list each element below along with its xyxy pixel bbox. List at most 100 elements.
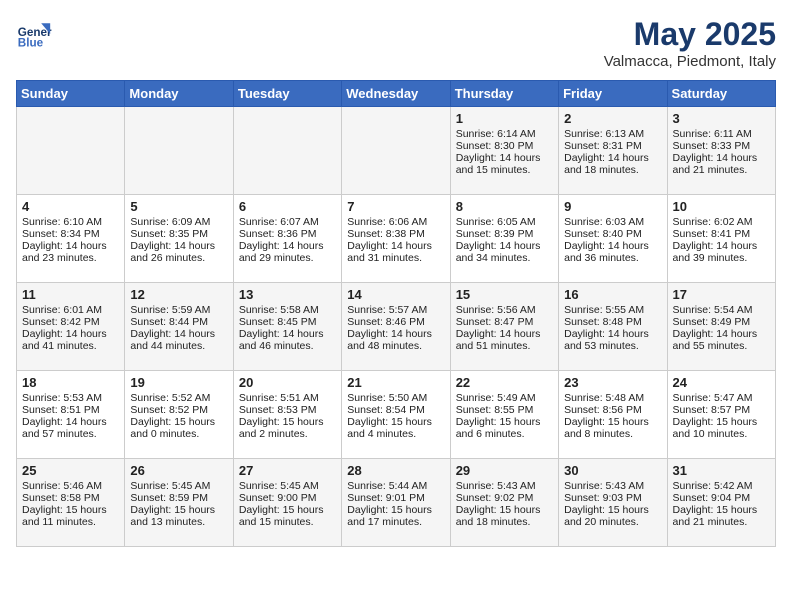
day-info: and 4 minutes. xyxy=(347,428,444,440)
day-info: Sunrise: 5:45 AM xyxy=(239,480,336,492)
day-info: and 34 minutes. xyxy=(456,252,553,264)
day-info: Sunset: 8:58 PM xyxy=(22,492,119,504)
day-info: Daylight: 14 hours xyxy=(456,240,553,252)
calendar-cell: 13Sunrise: 5:58 AMSunset: 8:45 PMDayligh… xyxy=(233,283,341,371)
day-number: 1 xyxy=(456,111,553,126)
calendar-cell: 18Sunrise: 5:53 AMSunset: 8:51 PMDayligh… xyxy=(17,371,125,459)
day-info: and 41 minutes. xyxy=(22,340,119,352)
day-info: Sunset: 8:40 PM xyxy=(564,228,661,240)
calendar-cell: 3Sunrise: 6:11 AMSunset: 8:33 PMDaylight… xyxy=(667,107,775,195)
day-number: 4 xyxy=(22,199,119,214)
day-info: Sunrise: 5:52 AM xyxy=(130,392,227,404)
calendar-cell: 30Sunrise: 5:43 AMSunset: 9:03 PMDayligh… xyxy=(559,459,667,547)
day-info: Sunset: 8:30 PM xyxy=(456,140,553,152)
day-info: Sunrise: 5:44 AM xyxy=(347,480,444,492)
day-info: and 21 minutes. xyxy=(673,516,770,528)
calendar-cell: 24Sunrise: 5:47 AMSunset: 8:57 PMDayligh… xyxy=(667,371,775,459)
calendar-cell: 26Sunrise: 5:45 AMSunset: 8:59 PMDayligh… xyxy=(125,459,233,547)
calendar-cell: 6Sunrise: 6:07 AMSunset: 8:36 PMDaylight… xyxy=(233,195,341,283)
day-info: Daylight: 14 hours xyxy=(347,328,444,340)
calendar-cell: 23Sunrise: 5:48 AMSunset: 8:56 PMDayligh… xyxy=(559,371,667,459)
day-number: 22 xyxy=(456,375,553,390)
day-info: Daylight: 15 hours xyxy=(239,416,336,428)
calendar-cell: 28Sunrise: 5:44 AMSunset: 9:01 PMDayligh… xyxy=(342,459,450,547)
day-info: Daylight: 14 hours xyxy=(673,328,770,340)
day-info: Sunset: 8:52 PM xyxy=(130,404,227,416)
day-info: Sunrise: 5:59 AM xyxy=(130,304,227,316)
day-info: Daylight: 15 hours xyxy=(347,416,444,428)
day-number: 9 xyxy=(564,199,661,214)
calendar-week-1: 1Sunrise: 6:14 AMSunset: 8:30 PMDaylight… xyxy=(17,107,776,195)
day-info: and 44 minutes. xyxy=(130,340,227,352)
day-info: and 8 minutes. xyxy=(564,428,661,440)
day-number: 27 xyxy=(239,463,336,478)
day-number: 29 xyxy=(456,463,553,478)
day-info: and 57 minutes. xyxy=(22,428,119,440)
calendar-cell: 31Sunrise: 5:42 AMSunset: 9:04 PMDayligh… xyxy=(667,459,775,547)
day-info: and 39 minutes. xyxy=(673,252,770,264)
day-info: Sunset: 9:01 PM xyxy=(347,492,444,504)
day-info: Sunrise: 5:58 AM xyxy=(239,304,336,316)
day-info: Daylight: 15 hours xyxy=(673,416,770,428)
day-info: Daylight: 15 hours xyxy=(456,504,553,516)
calendar-cell: 17Sunrise: 5:54 AMSunset: 8:49 PMDayligh… xyxy=(667,283,775,371)
day-info: Sunrise: 6:05 AM xyxy=(456,216,553,228)
day-info: Sunset: 8:33 PM xyxy=(673,140,770,152)
calendar-cell: 11Sunrise: 6:01 AMSunset: 8:42 PMDayligh… xyxy=(17,283,125,371)
day-info: Sunset: 8:45 PM xyxy=(239,316,336,328)
day-info: Daylight: 14 hours xyxy=(564,328,661,340)
day-number: 24 xyxy=(673,375,770,390)
day-info: Sunrise: 5:50 AM xyxy=(347,392,444,404)
day-info: Daylight: 14 hours xyxy=(22,240,119,252)
calendar-week-5: 25Sunrise: 5:46 AMSunset: 8:58 PMDayligh… xyxy=(17,459,776,547)
day-info: and 15 minutes. xyxy=(239,516,336,528)
day-info: Sunset: 8:57 PM xyxy=(673,404,770,416)
day-info: and 6 minutes. xyxy=(456,428,553,440)
title-block: May 2025 Valmacca, Piedmont, Italy xyxy=(604,16,776,70)
day-of-week-sunday: Sunday xyxy=(17,81,125,107)
day-number: 26 xyxy=(130,463,227,478)
day-info: Daylight: 15 hours xyxy=(347,504,444,516)
calendar-cell: 15Sunrise: 5:56 AMSunset: 8:47 PMDayligh… xyxy=(450,283,558,371)
day-number: 18 xyxy=(22,375,119,390)
calendar-cell: 12Sunrise: 5:59 AMSunset: 8:44 PMDayligh… xyxy=(125,283,233,371)
day-of-week-monday: Monday xyxy=(125,81,233,107)
day-info: Sunset: 8:36 PM xyxy=(239,228,336,240)
day-info: Sunset: 8:41 PM xyxy=(673,228,770,240)
logo-icon: General Blue xyxy=(16,16,52,52)
day-info: Sunset: 8:54 PM xyxy=(347,404,444,416)
day-of-week-friday: Friday xyxy=(559,81,667,107)
day-info: Sunset: 8:55 PM xyxy=(456,404,553,416)
day-info: Sunset: 8:44 PM xyxy=(130,316,227,328)
day-info: Daylight: 15 hours xyxy=(564,504,661,516)
calendar-cell: 22Sunrise: 5:49 AMSunset: 8:55 PMDayligh… xyxy=(450,371,558,459)
day-info: and 55 minutes. xyxy=(673,340,770,352)
calendar-cell: 25Sunrise: 5:46 AMSunset: 8:58 PMDayligh… xyxy=(17,459,125,547)
day-number: 31 xyxy=(673,463,770,478)
day-info: Sunset: 8:51 PM xyxy=(22,404,119,416)
calendar-cell: 5Sunrise: 6:09 AMSunset: 8:35 PMDaylight… xyxy=(125,195,233,283)
day-number: 21 xyxy=(347,375,444,390)
day-number: 2 xyxy=(564,111,661,126)
day-info: and 46 minutes. xyxy=(239,340,336,352)
calendar-cell: 19Sunrise: 5:52 AMSunset: 8:52 PMDayligh… xyxy=(125,371,233,459)
calendar-cell: 29Sunrise: 5:43 AMSunset: 9:02 PMDayligh… xyxy=(450,459,558,547)
calendar-cell: 16Sunrise: 5:55 AMSunset: 8:48 PMDayligh… xyxy=(559,283,667,371)
day-info: Daylight: 14 hours xyxy=(673,152,770,164)
month-title: May 2025 xyxy=(604,16,776,53)
day-info: Daylight: 15 hours xyxy=(239,504,336,516)
calendar-header: SundayMondayTuesdayWednesdayThursdayFrid… xyxy=(17,81,776,107)
calendar-cell: 7Sunrise: 6:06 AMSunset: 8:38 PMDaylight… xyxy=(342,195,450,283)
day-info: Daylight: 14 hours xyxy=(456,328,553,340)
day-number: 11 xyxy=(22,287,119,302)
calendar-week-2: 4Sunrise: 6:10 AMSunset: 8:34 PMDaylight… xyxy=(17,195,776,283)
day-info: Sunrise: 5:45 AM xyxy=(130,480,227,492)
day-info: Sunrise: 5:49 AM xyxy=(456,392,553,404)
day-info: Sunrise: 6:09 AM xyxy=(130,216,227,228)
day-info: and 23 minutes. xyxy=(22,252,119,264)
calendar-cell: 20Sunrise: 5:51 AMSunset: 8:53 PMDayligh… xyxy=(233,371,341,459)
day-info: Sunrise: 5:55 AM xyxy=(564,304,661,316)
day-info: Daylight: 15 hours xyxy=(130,504,227,516)
day-info: Daylight: 14 hours xyxy=(564,240,661,252)
day-info: Sunset: 8:39 PM xyxy=(456,228,553,240)
